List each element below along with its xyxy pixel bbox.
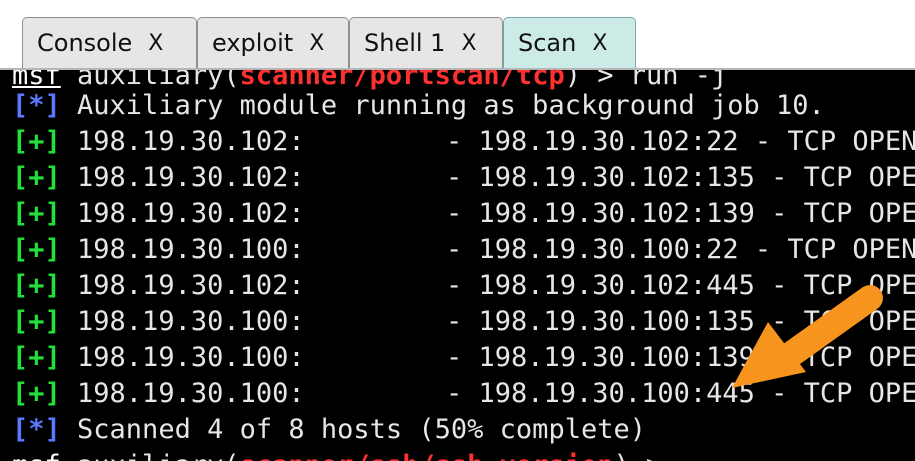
tab-close-button[interactable]: X [148, 31, 163, 56]
tab-close-button[interactable]: X [592, 31, 607, 56]
tab-label: Scan [518, 29, 577, 57]
tab-console[interactable]: Console X [22, 17, 197, 68]
terminal-output[interactable]: msf auxiliary(scanner/portscan/tcp) > ru… [0, 70, 915, 461]
tab-exploit[interactable]: exploit X [197, 17, 349, 68]
tab-label: exploit [212, 29, 294, 57]
tab-label: Shell 1 [364, 29, 446, 57]
tab-bar: Console X exploit X Shell 1 X Scan X [0, 0, 915, 70]
tab-close-button[interactable]: X [309, 31, 324, 56]
tab-scan[interactable]: Scan X [503, 17, 636, 68]
tab-label: Console [37, 29, 133, 57]
tab-close-button[interactable]: X [461, 31, 476, 56]
tab-shell-1[interactable]: Shell 1 X [349, 17, 503, 68]
arrow-icon [732, 285, 883, 388]
